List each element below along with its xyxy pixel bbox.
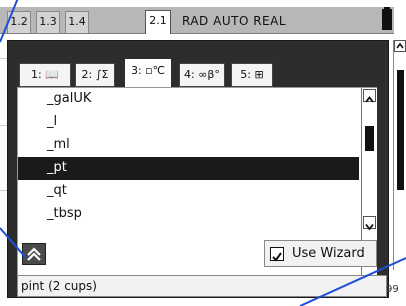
catalog-tab-4[interactable]: 4: ∞β° [179,63,225,87]
catalog-dialog: 1: 📖 2: ∫Σ 3: ▫℃ 4: ∞β° 5: ⊞ _galUK _l _… [7,40,389,298]
doc-tab-2-1[interactable]: 2.1 [145,10,171,34]
battery-icon [382,7,392,30]
use-wizard-label: Use Wizard [292,246,365,261]
catalog-tab-3[interactable]: 3: ▫℃ [125,59,171,89]
scroll-up-icon[interactable] [394,40,406,52]
mode-status: RAD AUTO REAL [182,14,287,28]
calculator-screen: 1.2 1.3 1.4 2.1 RAD AUTO REAL 1: 📖 2: ∫Σ… [0,0,406,306]
scroll-down-icon [365,223,374,231]
list-item[interactable]: _ml [18,134,359,157]
catalog-tab-2[interactable]: 2: ∫Σ [75,63,115,87]
help-text-bar: pint (2 cups) [17,275,387,297]
list-item[interactable]: _galUK [18,88,359,111]
document-tab-bar: 1.2 1.3 1.4 2.1 RAD AUTO REAL [0,7,394,34]
list-item[interactable]: _l [18,111,359,134]
catalog-tab-5[interactable]: 5: ⊞ [231,63,273,87]
list-item[interactable]: _tbsp [18,203,359,226]
scroll-down-button[interactable] [363,216,376,231]
doc-tab-1-3[interactable]: 1.3 [36,11,60,33]
document-scrollbar[interactable] [393,40,406,270]
double-chevron-up-icon [27,247,41,261]
scroll-up-button[interactable] [363,89,376,103]
catalog-tab-1[interactable]: 1: 📖 [19,63,71,87]
use-wizard-checkbox[interactable]: Use Wizard [264,240,377,267]
list-item-selected[interactable]: _pt [18,157,359,180]
document-scroll-thumb[interactable] [397,70,404,190]
check-icon [272,252,282,262]
doc-tab-1-4[interactable]: 1.4 [65,11,89,33]
collapse-button[interactable] [22,243,46,265]
scroll-up-icon [365,96,374,103]
doc-tab-1-2[interactable]: 1.2 [7,11,31,33]
help-text: pint (2 cups) [21,279,97,293]
list-item[interactable]: _qt [18,180,359,203]
edge-number: 99 [386,284,399,295]
checkbox-box[interactable] [270,247,284,262]
list-scroll-thumb[interactable] [365,126,374,151]
